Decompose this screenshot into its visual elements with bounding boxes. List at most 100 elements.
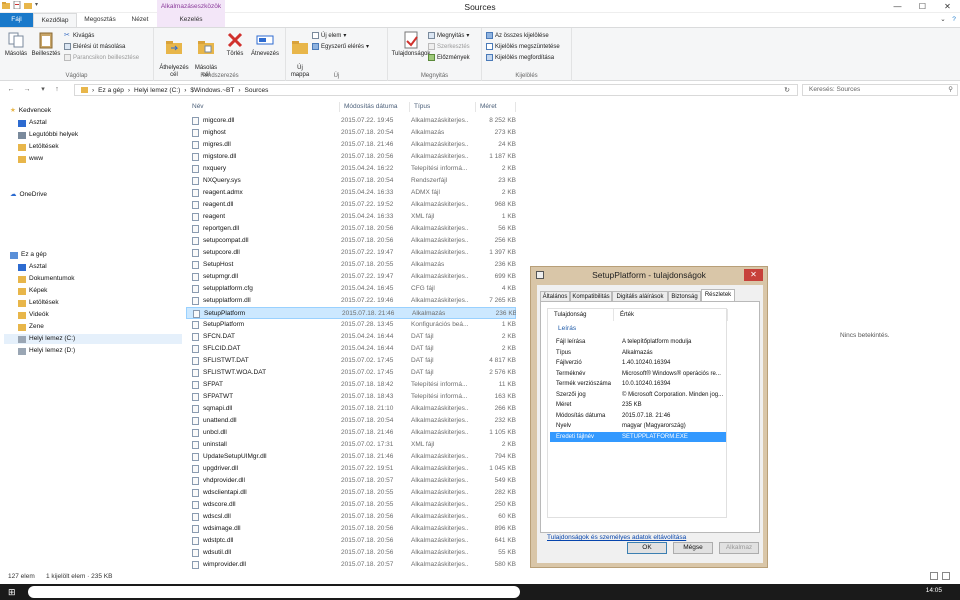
table-row[interactable]: mighost 2015.07.18. 20:54 Alkalmazás 273 KB [186,127,516,139]
details-view-icon[interactable] [930,572,938,580]
taskbar-search[interactable] [28,586,520,598]
table-row[interactable]: upgdriver.dll 2015.07.22. 19:51 Alkalmazás… [186,463,516,475]
nav-videos[interactable]: Videók [18,310,49,320]
column-value[interactable]: Érték [614,309,728,321]
details-row[interactable]: Eredeti fájlnév SETUPPLATFORM.EXE [550,431,726,442]
table-row[interactable]: vhdprovider.dll 2015.07.18. 20:57 Alkalmaz… [186,475,516,487]
open-button[interactable]: Megnyitás ▾ [428,32,469,39]
nav-downloads[interactable]: Letöltések [18,142,59,152]
nav-pictures[interactable]: Képek [18,286,47,296]
details-row[interactable]: Szerzői jog © Microsoft Corporation. Mind… [550,390,726,400]
nav-favorites[interactable]: ★ Kedvencek [10,106,51,116]
back-button[interactable]: ← [6,85,16,95]
maximize-button[interactable]: ☐ [910,0,935,13]
table-row[interactable]: setupplatform.cfg 2015.04.24. 16:45 CFG fá… [186,283,516,295]
nav-onedrive[interactable]: ☁ OneDrive [10,190,47,200]
start-icon[interactable]: ⊞ [8,587,18,597]
details-row[interactable]: Módosítás dátuma 2015.07.18. 21:46 [550,411,726,421]
copy-button[interactable]: Másolás [4,31,28,58]
table-row[interactable]: unattend.dll 2015.07.18. 20:54 Alkalmazásk… [186,415,516,427]
column-name[interactable]: Név [188,102,340,112]
table-row[interactable]: wdscsl.dll 2015.07.18. 20:56 Alkalmazáskit… [186,511,516,523]
nav-www[interactable]: www [18,154,43,164]
table-row[interactable]: wdscore.dll 2015.07.18. 20:55 Alkalmazáski… [186,499,516,511]
nav-documents[interactable]: Dokumentumok [18,274,75,284]
breadcrumb-windows-bt[interactable]: $Windows.~BT [190,87,234,94]
paste-shortcut-button[interactable]: Parancsikon beillesztése [64,54,139,61]
table-row[interactable]: unbcl.dll 2015.07.18. 21:46 Alkalmazáskite… [186,427,516,439]
history-button[interactable]: Előzmények [428,54,470,61]
move-to-button[interactable]: Áthelyezés cél [158,31,190,79]
properties-button[interactable]: Tulajdonságok [390,31,432,58]
copy-to-button[interactable]: Másolás cél [191,31,221,79]
table-row[interactable]: SFCN.DAT 2015.04.24. 16:44 DAT fájl 2 KB [186,331,516,343]
close-button[interactable]: ✕ [935,0,960,13]
table-row[interactable]: migcore.dll 2015.07.22. 19:45 Alkalmazáski… [186,115,516,127]
table-row[interactable]: SetupPlatform 2015.07.28. 13:45 Konfigurác… [186,319,516,331]
table-row[interactable]: migres.dll 2015.07.18. 21:46 Alkalmazáskit… [186,139,516,151]
help-icon[interactable]: ? [949,13,959,27]
tab-file[interactable]: Fájl [0,13,33,27]
breadcrumb-this-pc[interactable]: Ez a gép [98,87,124,94]
dialog-close-button[interactable]: ✕ [744,269,763,281]
up-button[interactable]: ↑ [52,85,62,95]
breadcrumb-sources[interactable]: Sources [245,87,269,94]
table-row[interactable]: wdstptc.dll 2015.07.18. 20:56 Alkalmazáski… [186,535,516,547]
tab-home[interactable]: Kezdőlap [33,13,77,27]
table-row[interactable]: reagent 2015.04.24. 16:33 XML fájl 1 KB [186,211,516,223]
copy-path-button[interactable]: Elérési út másolása [64,43,125,50]
nav-pc-desktop[interactable]: Asztal [18,262,47,272]
nav-this-pc[interactable]: Ez a gép [10,250,47,260]
table-row[interactable]: reagent.dll 2015.07.22. 19:52 Alkalmazáski… [186,199,516,211]
table-row[interactable]: nxquery 2015.04.24. 16:22 Telepítési infor… [186,163,516,175]
large-icons-view-icon[interactable] [942,572,950,580]
table-row[interactable]: reagent.admx 2015.04.24. 16:33 ADMX fájl 2 … [186,187,516,199]
column-property[interactable]: Tulajdonság [548,309,614,321]
details-row[interactable]: Terméknév Microsoft® Windows® operációs r… [550,369,726,379]
minimize-button[interactable]: — [885,0,910,13]
table-row[interactable]: setupplatform.dll 2015.07.22. 19:46 Alkalm… [186,295,516,307]
refresh-icon[interactable]: ↻ [782,86,792,96]
details-row[interactable]: Termék verziószáma 10.0.10240.16394 [550,379,726,389]
new-item-button[interactable]: Új elem ▾ [312,32,346,39]
nav-disk-d[interactable]: Helyi lemez (D:) [18,346,75,356]
column-size[interactable]: Méret [476,102,516,112]
table-row[interactable]: setupmgr.dll 2015.07.22. 19:47 Alkalmazásk… [186,271,516,283]
recent-locations-button[interactable]: ▾ [38,85,48,95]
table-row[interactable]: sqmapi.dll 2015.07.18. 21:10 Alkalmazáskit… [186,403,516,415]
ok-button[interactable]: OK [627,542,667,554]
table-row[interactable]: UpdateSetupUIMgr.dll 2015.07.18. 21:46 Alk… [186,451,516,463]
nav-pc-downloads[interactable]: Letöltések [18,298,59,308]
table-row[interactable]: SFLISTWT.DAT 2015.07.02. 17:45 DAT fájl 4 8… [186,355,516,367]
chevron-down-icon[interactable]: ⌄ [938,13,948,27]
tab-share[interactable]: Megosztás [78,13,122,27]
table-row[interactable]: setupcompat.dll 2015.07.18. 20:56 Alkalmaz… [186,235,516,247]
table-row[interactable]: setupcore.dll 2015.07.22. 19:47 Alkalmazás… [186,247,516,259]
delete-button[interactable]: Törlés [224,31,246,58]
search-input[interactable]: Keresés: Sources ⚲ [802,84,958,96]
cancel-button[interactable]: Mégse [673,542,713,554]
column-type[interactable]: Típus [410,102,476,112]
table-row[interactable]: SFPATWT 2015.07.18. 18:43 Telepítési infor… [186,391,516,403]
rename-button[interactable]: Átnevezés [248,31,282,58]
select-all-button[interactable]: Az összes kijelölése [486,32,549,39]
table-row[interactable]: wdsclientapi.dll 2015.07.18. 20:55 Alkalma… [186,487,516,499]
table-row[interactable]: reportgen.dll 2015.07.18. 20:56 Alkalmazás… [186,223,516,235]
table-row[interactable]: SFLCID.DAT 2015.04.24. 16:44 DAT fájl 2 KB [186,343,516,355]
paste-button[interactable]: Beillesztés [30,31,62,58]
select-none-button[interactable]: Kijelölés megszüntetése [486,43,560,50]
clock[interactable]: 14:05 [926,587,942,594]
edit-button[interactable]: Szerkesztés [428,43,470,50]
details-row[interactable]: Fájlverzió 1.40.10240.16394 [550,358,726,368]
table-row[interactable]: SFLISTWT.WOA.DAT 2015.07.02. 17:45 DAT fáj… [186,367,516,379]
nav-recent[interactable]: Legutóbbi helyek [18,130,78,140]
table-row[interactable]: SetupPlatform 2015.07.18. 21:46 Alkalmazás… [186,307,516,319]
remove-properties-link[interactable]: Tulajdonságok és személyes adatok eltávo… [547,534,686,541]
table-row[interactable]: SetupHost 2015.07.18. 20:55 Alkalmazás 236 … [186,259,516,271]
tab-manage[interactable]: Kezelés [157,13,225,27]
details-row[interactable]: Típus Alkalmazás [550,348,726,358]
nav-desktop[interactable]: Asztal [18,118,47,128]
details-row[interactable]: Fájl leírása A telepítőplatform modulja [550,337,726,347]
tab-view[interactable]: Nézet [123,13,157,27]
table-row[interactable]: wimprovider.dll 2015.07.18. 20:57 Alkalmaz… [186,559,516,570]
